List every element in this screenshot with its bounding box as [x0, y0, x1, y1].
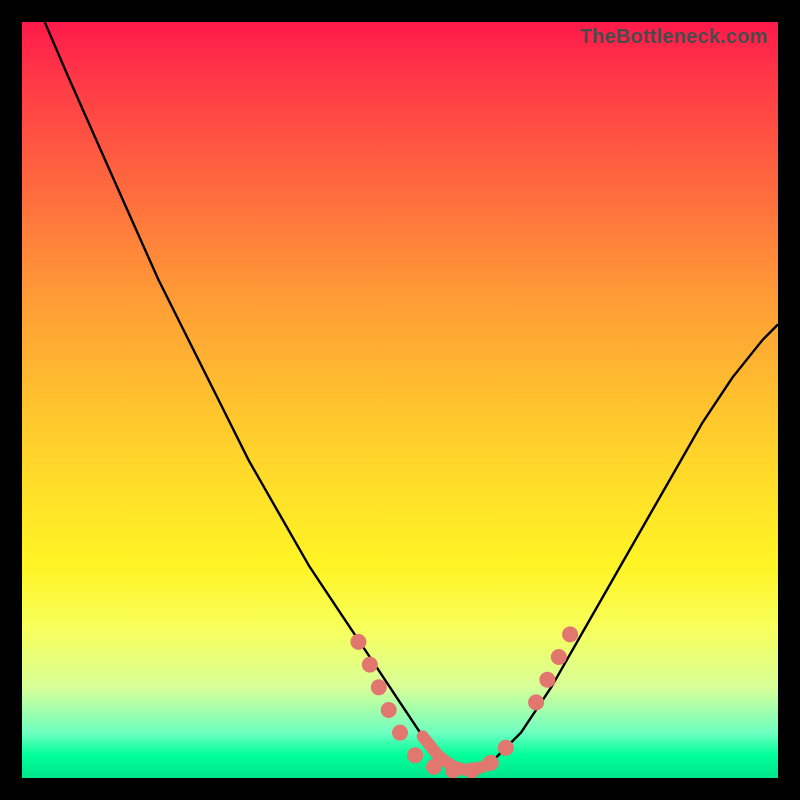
plot-area: TheBottleneck.com: [22, 22, 778, 778]
attribution-text: TheBottleneck.com: [580, 26, 768, 49]
curve-marker: [371, 679, 387, 695]
curve-marker: [551, 649, 567, 665]
curve-marker: [426, 759, 442, 775]
curve-marker: [562, 626, 578, 642]
curve-marker: [381, 702, 397, 718]
curve-markers: [350, 626, 578, 778]
curve-flat-highlight: [423, 736, 484, 770]
chart-frame: TheBottleneck.com: [0, 0, 800, 800]
curve-marker: [362, 657, 378, 673]
curve-marker: [539, 672, 555, 688]
curve-marker: [407, 747, 423, 763]
bottleneck-curve-path: [45, 22, 778, 770]
curve-marker: [483, 755, 499, 771]
curve-marker: [350, 634, 366, 650]
bottleneck-curve-svg: [22, 22, 778, 778]
curve-marker: [464, 762, 480, 778]
curve-marker: [392, 725, 408, 741]
curve-marker: [528, 694, 544, 710]
curve-marker: [445, 762, 461, 778]
curve-marker: [498, 740, 514, 756]
